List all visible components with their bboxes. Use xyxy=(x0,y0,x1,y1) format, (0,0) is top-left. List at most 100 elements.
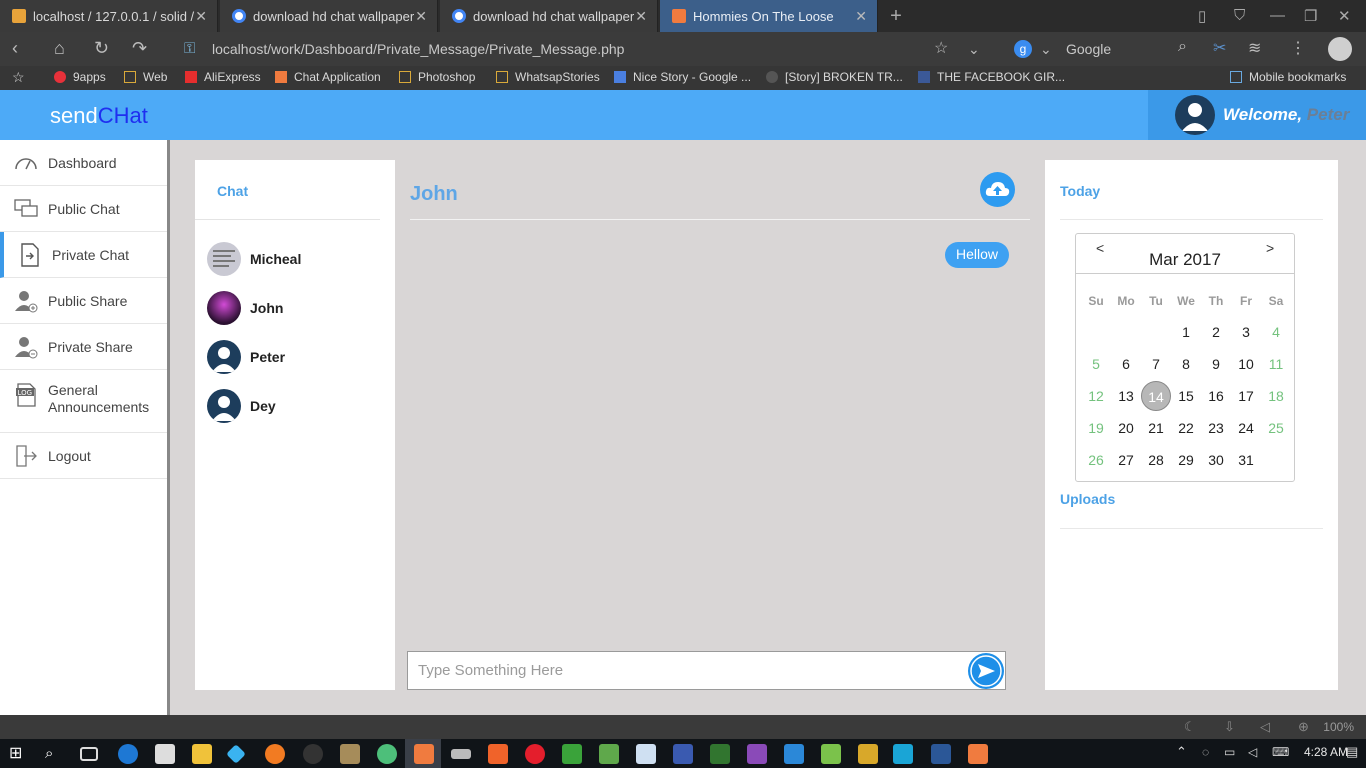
sidebar-item-general-announcements[interactable]: LOG General Announcements xyxy=(0,370,167,433)
shirt-icon[interactable]: ⛉ xyxy=(1234,7,1245,24)
send-button[interactable] xyxy=(968,653,1004,689)
brave-icon[interactable] xyxy=(488,744,508,764)
browser-tab-2[interactable]: download hd chat wallpaper ✕ xyxy=(220,0,438,32)
brand-logo[interactable]: sendCHat xyxy=(50,103,148,129)
calendar-day[interactable]: 9 xyxy=(1201,349,1231,379)
home-icon[interactable]: ⌂ xyxy=(54,38,65,59)
project-icon[interactable] xyxy=(710,744,730,764)
calendar-day[interactable]: 22 xyxy=(1171,413,1201,443)
app-icon[interactable] xyxy=(821,744,841,764)
calendar-day[interactable]: 17 xyxy=(1231,381,1261,411)
minimize-icon[interactable]: — xyxy=(1270,7,1285,24)
bookmark-broken-story[interactable]: [Story] BROKEN TR... xyxy=(766,70,903,84)
close-icon[interactable]: ✕ xyxy=(855,8,867,25)
mobile-bookmarks[interactable]: Mobile bookmarks xyxy=(1230,70,1346,84)
calendar-day[interactable]: 7 xyxy=(1141,349,1171,379)
search-icon[interactable]: ⌕ xyxy=(1178,38,1187,56)
store-icon[interactable] xyxy=(155,744,175,764)
calendar-day[interactable]: 23 xyxy=(1201,413,1231,443)
star-icon[interactable]: ☆ xyxy=(12,69,25,86)
bookmark-whatsapstories[interactable]: WhatsapStories xyxy=(496,70,600,84)
language-icon[interactable]: ⌨ xyxy=(1272,745,1289,759)
task-view-icon[interactable] xyxy=(80,747,98,761)
bookmark-web[interactable]: Web xyxy=(124,70,167,84)
sidebar-item-private-share[interactable]: Private Share xyxy=(0,324,167,370)
calendar-day[interactable]: 30 xyxy=(1201,445,1231,475)
calendar-day-today[interactable]: 14 xyxy=(1141,381,1171,411)
app-icon[interactable] xyxy=(340,744,360,764)
calendar-day[interactable]: 4 xyxy=(1261,317,1291,347)
contact-item[interactable]: Peter xyxy=(207,339,285,375)
browser-tab-1[interactable]: localhost / 127.0.0.1 / solid / ✕ xyxy=(0,0,218,32)
bookmark-star-icon[interactable]: ☆ xyxy=(934,38,948,58)
calendar-day[interactable]: 11 xyxy=(1261,349,1291,379)
app-icon[interactable] xyxy=(303,744,323,764)
wifi-icon[interactable]: ≋ xyxy=(1248,38,1261,58)
calendar-day[interactable]: 31 xyxy=(1231,445,1261,475)
file-explorer-icon[interactable] xyxy=(192,744,212,764)
bookmark-nice-story[interactable]: Nice Story - Google ... xyxy=(614,70,751,84)
close-icon[interactable]: ✕ xyxy=(195,8,207,25)
calendar-day[interactable]: 13 xyxy=(1111,381,1141,411)
browser-tab-4[interactable]: Hommies On The Loose ✕ xyxy=(660,0,878,32)
close-icon[interactable]: ✕ xyxy=(635,8,647,25)
close-icon[interactable]: ✕ xyxy=(415,8,427,25)
sidebar-item-private-chat[interactable]: Private Chat xyxy=(0,232,167,278)
search-engine-input[interactable]: Google xyxy=(1066,41,1111,57)
bookmark-facebook[interactable]: THE FACEBOOK GIR... xyxy=(918,70,1065,84)
close-window-icon[interactable]: ✕ xyxy=(1338,7,1351,25)
calendar-day[interactable]: 24 xyxy=(1231,413,1261,443)
firefox-icon[interactable] xyxy=(265,744,285,764)
bookmark-photoshop[interactable]: Photoshop xyxy=(399,70,475,84)
taskbar-clock[interactable]: 4:28 AM xyxy=(1304,745,1348,759)
google-search-icon[interactable]: g xyxy=(1014,40,1032,58)
calendar-day[interactable]: 28 xyxy=(1141,445,1171,475)
reload-icon[interactable]: ↻ xyxy=(94,38,109,59)
contact-item[interactable]: John xyxy=(207,290,283,326)
user-avatar-icon[interactable] xyxy=(1175,95,1215,135)
calendar-day[interactable]: 1 xyxy=(1171,317,1201,347)
message-input[interactable] xyxy=(407,651,1006,690)
calendar-day[interactable]: 18 xyxy=(1261,381,1291,411)
calendar-day[interactable]: 20 xyxy=(1111,413,1141,443)
notifications-icon[interactable]: ▤ xyxy=(1346,744,1358,760)
contact-item[interactable]: Dey xyxy=(207,388,276,424)
menu-dots-icon[interactable]: ⋮ xyxy=(1290,38,1306,58)
calendar-day[interactable]: 25 xyxy=(1261,413,1291,443)
bookmark-9apps[interactable]: 9apps xyxy=(54,70,106,84)
app-icon[interactable] xyxy=(599,744,619,764)
reader-mode-icon[interactable]: ▯ xyxy=(1198,7,1206,25)
browser-tab-3[interactable]: download hd chat wallpaper ✕ xyxy=(440,0,658,32)
app-icon[interactable] xyxy=(858,744,878,764)
address-bar[interactable]: localhost/work/Dashboard/Private_Message… xyxy=(212,41,624,57)
chevron-down-icon[interactable]: ⌄ xyxy=(1040,41,1052,58)
sidebar-item-logout[interactable]: Logout xyxy=(0,433,167,479)
xampp-icon[interactable] xyxy=(414,744,434,764)
notepad-icon[interactable] xyxy=(636,744,656,764)
calendar-day[interactable]: 27 xyxy=(1111,445,1141,475)
calendar-day[interactable]: 21 xyxy=(1141,413,1171,443)
upload-cloud-button[interactable] xyxy=(980,172,1015,207)
new-tab-button[interactable]: + xyxy=(880,4,912,28)
windows-start-icon[interactable]: ⊞ xyxy=(9,744,29,764)
app-icon[interactable] xyxy=(451,749,471,759)
volume-icon[interactable]: ◁ xyxy=(1260,719,1270,735)
media-player-icon[interactable] xyxy=(893,744,913,764)
camtasia-icon[interactable] xyxy=(562,744,582,764)
calendar-day[interactable]: 16 xyxy=(1201,381,1231,411)
app-icon[interactable] xyxy=(784,744,804,764)
wifi-icon[interactable]: ◌ xyxy=(1202,745,1209,759)
maximize-icon[interactable]: ❐ xyxy=(1304,7,1317,25)
edge-icon[interactable] xyxy=(118,744,138,764)
night-mode-icon[interactable]: ☾ xyxy=(1184,719,1196,735)
contact-item[interactable]: Micheal xyxy=(207,241,301,277)
calendar-day[interactable]: 3 xyxy=(1231,317,1261,347)
sidebar-item-public-share[interactable]: Public Share xyxy=(0,278,167,324)
search-icon[interactable]: ⌕ xyxy=(45,744,65,764)
calendar-next-button[interactable]: > xyxy=(1266,240,1274,256)
battery-icon[interactable]: ▭ xyxy=(1224,745,1235,759)
site-info-icon[interactable]: ⚿ xyxy=(184,40,195,57)
volume-icon[interactable]: ◁ xyxy=(1248,745,1257,759)
profile-avatar[interactable] xyxy=(1328,37,1352,61)
calendar-day[interactable]: 15 xyxy=(1171,381,1201,411)
